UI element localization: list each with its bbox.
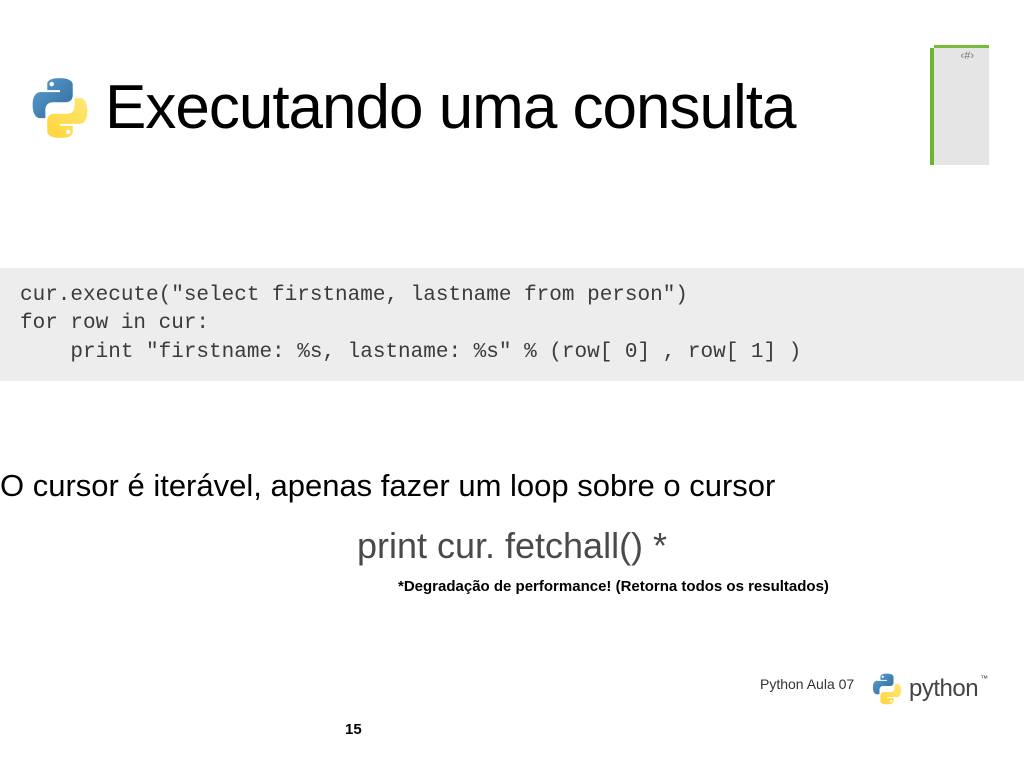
python-footer-logo: python ™ <box>869 668 1004 710</box>
python-logo-small-icon <box>869 671 905 707</box>
python-logo-icon <box>25 73 95 143</box>
accent-bar <box>934 45 989 165</box>
performance-footnote: *Degradação de performance! (Retorna tod… <box>398 578 829 595</box>
print-fetchall-line: print cur. fetchall() * <box>0 525 1024 567</box>
slide-header: Executando uma consulta <box>25 72 795 143</box>
footer-label: Python Aula 07 <box>760 676 854 692</box>
slide-title: Executando uma consulta <box>105 72 795 143</box>
cursor-description: O cursor é iterável, apenas fazer um loo… <box>0 468 1024 504</box>
code-block: cur.execute("select firstname, lastname … <box>0 268 1024 381</box>
python-footer-word: python <box>909 675 978 703</box>
accent-bar-green <box>930 48 934 165</box>
tm-mark: ™ <box>980 674 988 683</box>
slide-number: 15 <box>345 721 362 738</box>
page-indicator: ‹#› <box>961 50 974 62</box>
